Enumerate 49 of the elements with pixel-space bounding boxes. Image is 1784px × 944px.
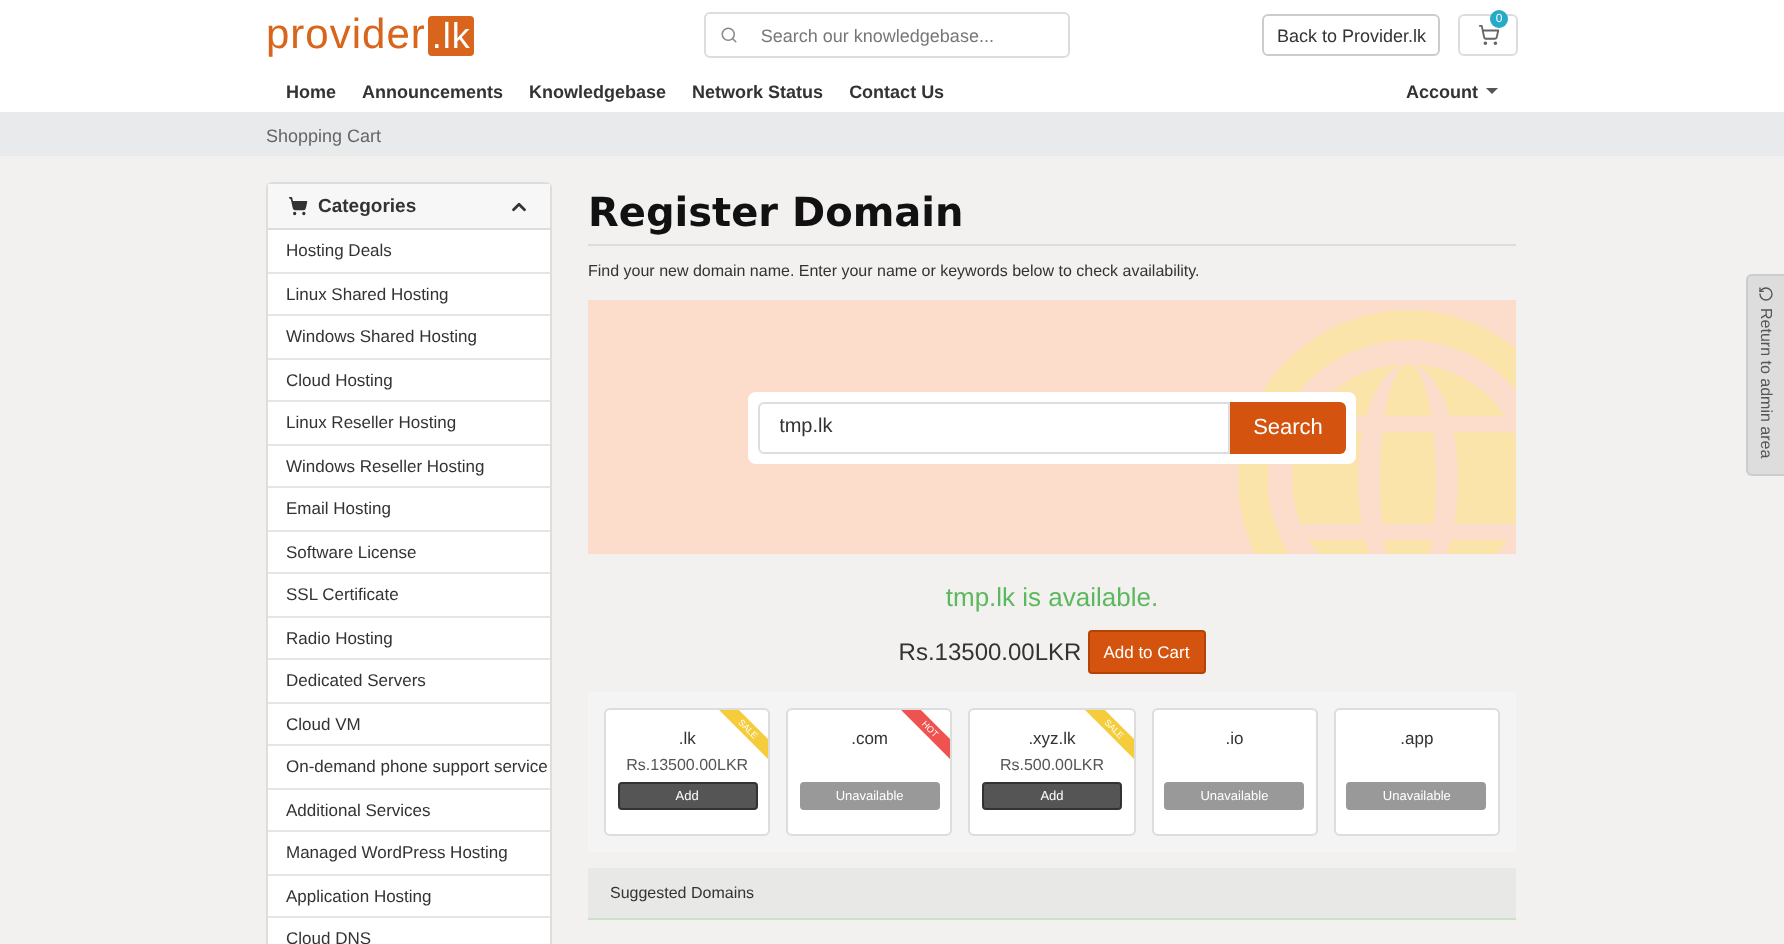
categories-title: Categories	[318, 195, 417, 217]
account-menu[interactable]: Account	[1406, 81, 1498, 101]
category-link[interactable]: Windows Reseller Hosting	[268, 445, 550, 488]
tld-name: .com	[851, 728, 889, 748]
tld-price: Rs.500.00LKR	[999, 756, 1105, 776]
tld-price: Rs.13500.00LKR	[626, 756, 749, 776]
category-link[interactable]: Cloud Hosting	[268, 359, 550, 402]
nav-link[interactable]: Contact Us	[849, 81, 945, 101]
intro-text: Find your new domain name. Enter your name or keywords below to check availability.	[588, 262, 1202, 280]
category-link[interactable]: Dedicated Servers	[268, 660, 550, 703]
add-to-cart-button[interactable]: Add to Cart	[1087, 630, 1206, 674]
search-icon	[720, 26, 739, 44]
cart-icon	[288, 196, 308, 216]
logo[interactable]: provider.lk	[266, 11, 475, 59]
category-link[interactable]: On-demand phone support service	[268, 746, 550, 789]
tld-name: .io	[1225, 728, 1244, 748]
nav-link[interactable]: Network Status	[692, 81, 824, 101]
category-link[interactable]: SSL Certificate	[268, 574, 550, 617]
nav-link[interactable]: Announcements	[362, 81, 504, 101]
categories-header[interactable]: Categories	[268, 184, 550, 230]
back-button[interactable]: Back to Provider.lk	[1262, 14, 1440, 56]
breadcrumb: Shopping Cart	[266, 126, 382, 146]
tld-name: .app	[1400, 728, 1434, 748]
category-link[interactable]: Email Hosting	[268, 488, 550, 531]
nav-link[interactable]: Home	[286, 81, 337, 101]
nav-link[interactable]: Knowledgebase	[529, 81, 667, 101]
category-link[interactable]: Application Hosting	[268, 875, 550, 918]
suggested-domains-title: Suggested Domains	[610, 884, 755, 902]
domain-input[interactable]: tmp.lk	[757, 401, 1230, 453]
category-link[interactable]: Hosting Deals	[268, 230, 550, 273]
category-link[interactable]: Software License	[268, 531, 550, 574]
domain-price: Rs.13500.00LKR	[898, 638, 1082, 666]
tld-name: .xyz.lk	[1028, 728, 1076, 748]
search-field[interactable]: Search our knowledgebase...	[704, 12, 1071, 58]
refresh-icon	[1758, 286, 1774, 302]
category-link[interactable]: Cloud DNS	[268, 918, 550, 944]
category-link[interactable]: Linux Reseller Hosting	[268, 402, 550, 445]
category-link[interactable]: Windows Shared Hosting	[268, 316, 550, 359]
category-link[interactable]: Cloud VM	[268, 703, 550, 746]
category-link[interactable]: Linux Shared Hosting	[268, 273, 550, 316]
tld-name: .lk	[678, 728, 696, 748]
category-link[interactable]: Radio Hosting	[268, 617, 550, 660]
page-title: Register Domain	[588, 182, 1516, 246]
category-link[interactable]: Additional Services	[268, 789, 550, 832]
cart-icon	[1477, 24, 1499, 46]
availability-message: tmp.lk is available.	[943, 582, 1161, 612]
search-button[interactable]: Search	[1229, 401, 1347, 453]
admin-tab[interactable]: Return to admin area	[1746, 274, 1784, 476]
category-link[interactable]: Managed WordPress Hosting	[268, 832, 550, 875]
